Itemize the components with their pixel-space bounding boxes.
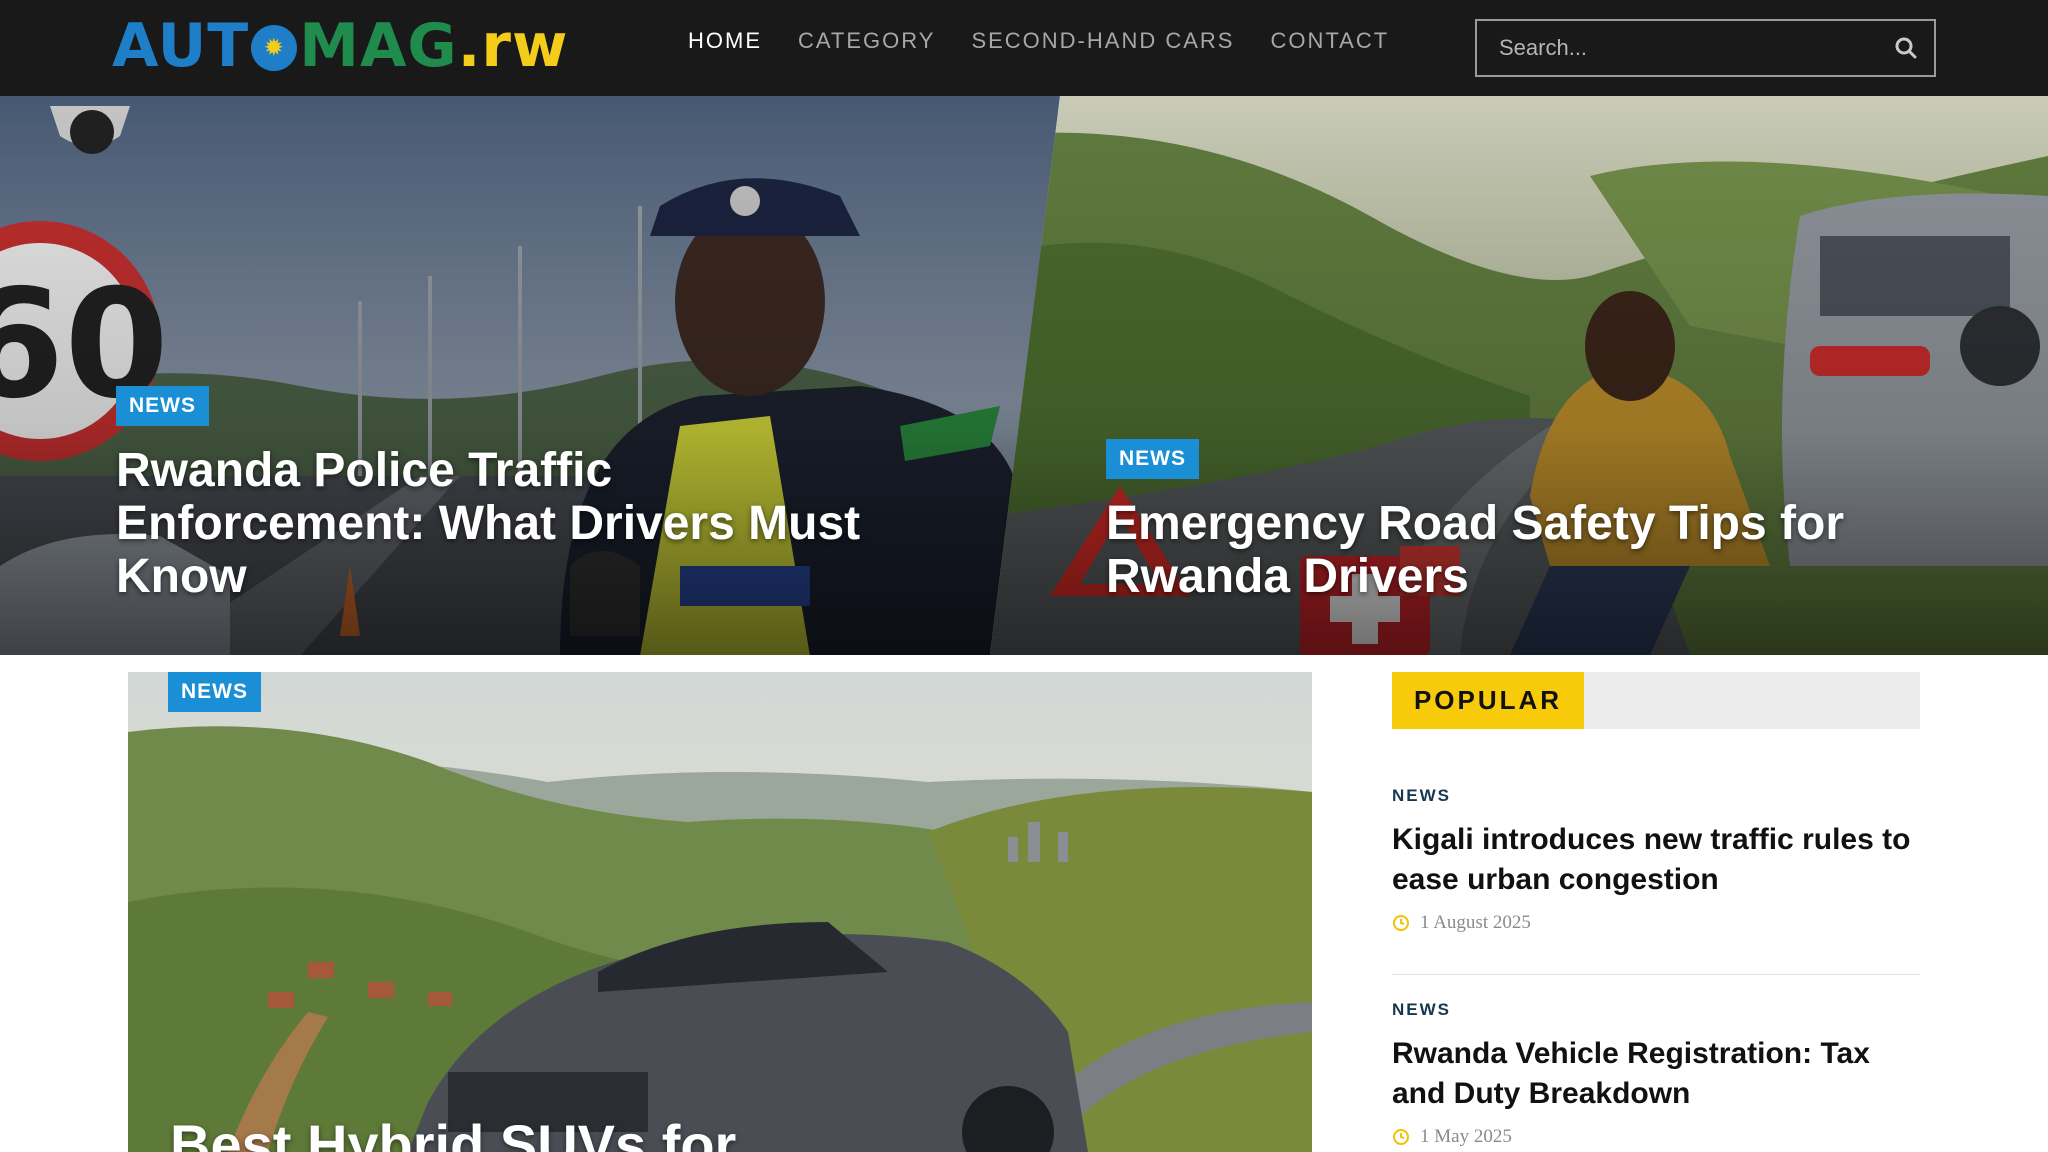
nav-second-hand-cars[interactable]: SECOND-HAND CARS — [971, 28, 1234, 54]
search-input[interactable] — [1477, 21, 1878, 75]
search-box — [1475, 19, 1936, 77]
post-category[interactable]: NEWS — [1392, 1000, 1920, 1020]
post-date: 1 May 2025 — [1392, 1126, 1920, 1148]
search-icon[interactable] — [1878, 21, 1934, 75]
post-title[interactable]: Kigali introduces new traffic rules to e… — [1392, 820, 1920, 900]
hero-slider: 60 NEWS Rwanda Police Traffic Enforcemen… — [0, 96, 2048, 655]
post-category[interactable]: NEWS — [1392, 786, 1920, 806]
divider — [1392, 974, 1920, 975]
category-badge[interactable]: NEWS — [168, 672, 261, 712]
nav-contact[interactable]: CONTACT — [1270, 28, 1389, 54]
clock-icon — [1392, 1128, 1410, 1146]
main-nav: HOME CATEGORY SECOND-HAND CARS CONTACT — [688, 28, 1425, 54]
post-date-text: 1 August 2025 — [1420, 912, 1531, 933]
hybrid-suv-image — [128, 672, 1312, 1152]
category-badge[interactable]: NEWS — [1106, 439, 1199, 479]
popular-post: NEWS Rwanda Vehicle Registration: Tax an… — [1392, 1000, 1920, 1148]
nav-home[interactable]: HOME — [688, 28, 762, 54]
featured-title[interactable]: Best Hybrid SUVs for — [170, 1112, 736, 1152]
popular-post: NEWS Kigali introduces new traffic rules… — [1392, 786, 1920, 934]
logo-text-domain: .rw — [457, 11, 569, 81]
category-badge[interactable]: NEWS — [116, 386, 209, 426]
logo-text-aut: AUT — [112, 11, 250, 81]
post-date-text: 1 May 2025 — [1420, 1126, 1512, 1147]
post-date: 1 August 2025 — [1392, 912, 1920, 934]
hero-slide-police[interactable]: 60 NEWS Rwanda Police Traffic Enforcemen… — [0, 96, 1060, 655]
hero-slide-road-safety[interactable]: NEWS Emergency Road Safety Tips for Rwan… — [990, 96, 2048, 655]
popular-header: POPULAR — [1392, 672, 1920, 729]
featured-post[interactable]: NEWS Best Hybrid SUVs for — [128, 672, 1312, 1152]
logo-sun-icon — [251, 25, 298, 71]
hero-title[interactable]: Emergency Road Safety Tips for Rwanda Dr… — [1106, 497, 1946, 603]
nav-category[interactable]: CATEGORY — [798, 28, 935, 54]
site-logo[interactable]: AUT MAG .rw — [112, 11, 569, 81]
site-header: AUT MAG .rw HOME CATEGORY SECOND-HAND CA… — [0, 0, 2048, 96]
hero-title[interactable]: Rwanda Police Traffic Enforcement: What … — [116, 444, 876, 603]
clock-icon — [1392, 914, 1410, 932]
post-title[interactable]: Rwanda Vehicle Registration: Tax and Dut… — [1392, 1034, 1920, 1114]
popular-tab[interactable]: POPULAR — [1392, 672, 1584, 729]
logo-text-mag: MAG — [299, 11, 458, 81]
